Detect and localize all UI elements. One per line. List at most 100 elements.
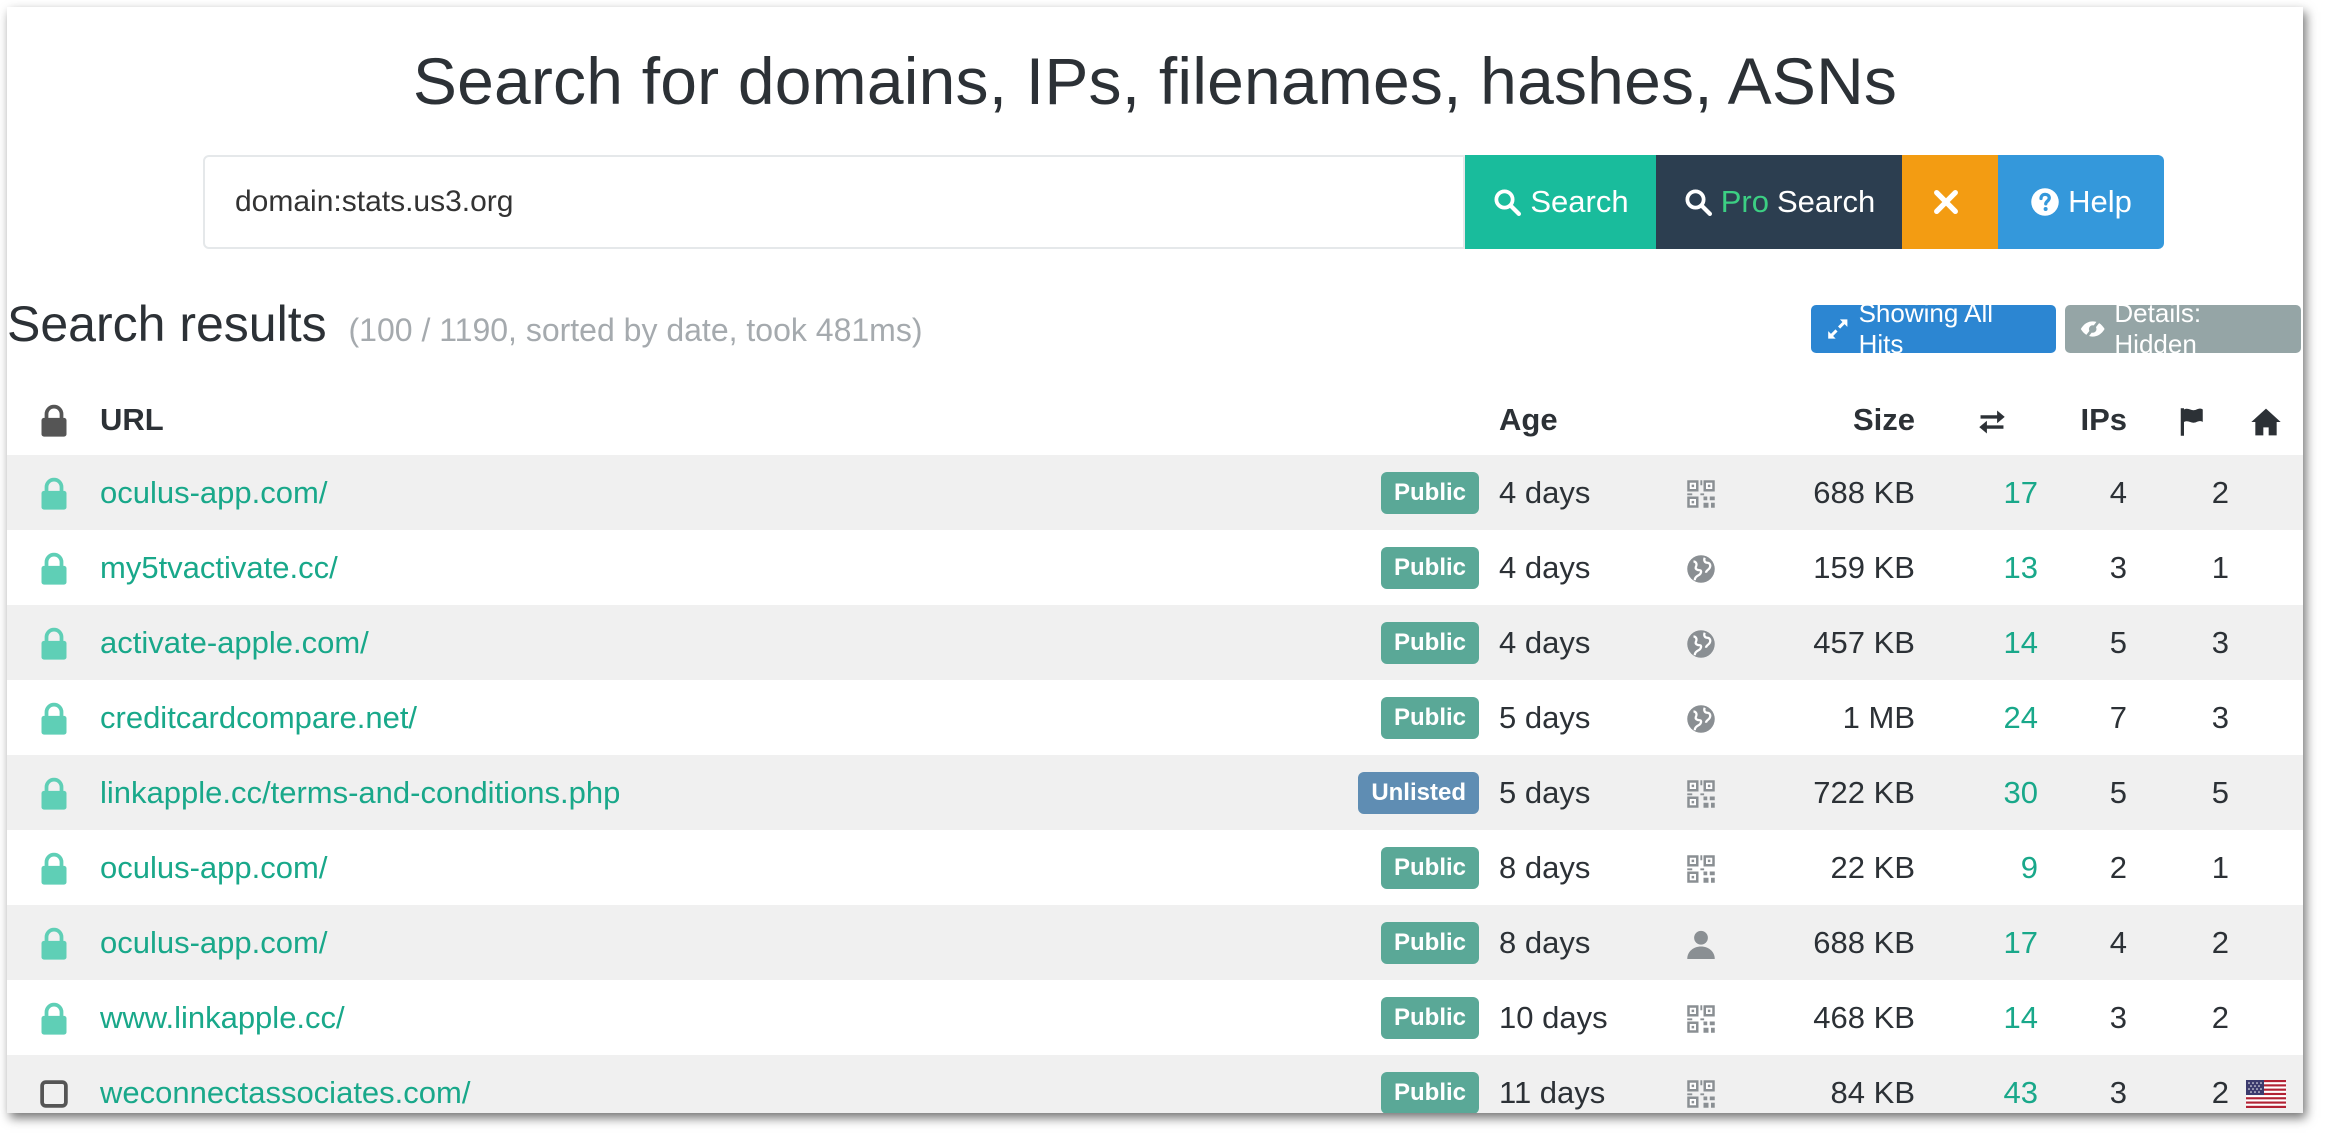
source-cell [1659,1055,1742,1113]
secure-cell [7,755,100,830]
ips-cell: 5 [2109,774,2127,810]
country-cell [2229,980,2303,1055]
url-cell: creditcardcompare.net/ [100,680,1336,755]
results-table: URL Age Size IPs oculus-app.com/Public 4 … [7,385,2303,1113]
countries-cell: 2 [2211,999,2229,1035]
expand-icon [1828,319,1848,339]
pro-search-label: Search [1777,184,1876,219]
source-cell [1659,755,1742,830]
result-url-link[interactable]: creditcardcompare.net/ [100,700,417,735]
source-cell [1659,605,1742,680]
countries-cell: 5 [2211,774,2229,810]
visibility-cell: Unlisted [1336,755,1499,830]
table-row[interactable]: oculus-app.com/Public 4 days 688 KB 17 4 2 [7,455,2303,530]
qrcode-icon [1686,780,1715,809]
table-header-row: URL Age Size IPs [7,385,2303,455]
size-cell: 84 KB [1830,1074,1915,1110]
table-row[interactable]: my5tvactivate.cc/Public 4 days 159 KB 13 3 1 [7,530,2303,605]
table-row[interactable]: oculus-app.com/Public 8 days 688 KB 17 4 2 [7,905,2303,980]
countries-cell: 1 [2211,849,2229,885]
age-cell: 4 days [1499,474,1591,510]
secure-cell [7,1055,100,1113]
result-url-link[interactable]: oculus-app.com/ [100,925,327,960]
country-cell [2229,830,2303,905]
exchange-icon [1978,410,2005,434]
help-button[interactable]: Help [1998,155,2164,249]
table-row[interactable]: oculus-app.com/Public 8 days 22 KB 9 2 1 [7,830,2303,905]
search-icon [1494,189,1522,216]
globe-icon [1686,555,1715,584]
pro-search-button[interactable]: Pro Search [1656,155,1902,249]
times-icon [1934,190,1958,214]
header-ips[interactable]: IPs [2038,385,2127,455]
header-countries[interactable] [2127,385,2229,455]
showing-all-hits-button[interactable]: Showing All Hits [1811,298,2056,359]
globe-icon [1686,630,1715,659]
size-cell: 159 KB [1813,549,1915,585]
visibility-badge: Public [1380,1071,1479,1113]
visibility-cell: Public [1336,680,1499,755]
qrcode-icon [1686,1080,1715,1109]
source-cell [1659,980,1742,1055]
size-cell: 1 MB [1842,699,1915,735]
countries-cell: 2 [2211,474,2229,510]
visibility-badge: Public [1380,621,1479,664]
size-cell: 22 KB [1830,849,1915,885]
age-cell: 5 days [1499,774,1591,810]
results-table-body: oculus-app.com/Public 4 days 688 KB 17 4 2 my5… [7,455,2303,1113]
header-url[interactable]: URL [100,385,1336,455]
header-requests[interactable] [1915,385,2038,455]
visibility-cell: Public [1336,1055,1499,1113]
secure-cell [7,680,100,755]
url-cell: weconnectassociates.com/ [100,1055,1336,1113]
table-row[interactable]: linkapple.cc/terms-and-conditions.php Unl… [7,755,2303,830]
result-url-link[interactable]: activate-apple.com/ [100,625,369,660]
result-url-link[interactable]: my5tvactivate.cc/ [100,550,338,585]
result-url-link[interactable]: weconnectassociates.com/ [100,1075,470,1110]
size-cell: 688 KB [1813,474,1915,510]
secure-cell [7,980,100,1055]
search-bar: Search Pro Search Help [203,155,2164,249]
visibility-cell: Public [1336,980,1499,1055]
visibility-cell: Public [1336,605,1499,680]
result-url-link[interactable]: www.linkapple.cc/ [100,1000,345,1035]
size-cell: 722 KB [1813,774,1915,810]
result-url-link[interactable]: oculus-app.com/ [100,850,327,885]
search-input[interactable] [203,155,1465,249]
age-cell: 8 days [1499,849,1591,885]
requests-cell: 43 [2003,1074,2038,1110]
countries-cell: 2 [2211,1074,2229,1110]
ips-cell: 3 [2109,549,2127,585]
search-icon [1685,189,1712,216]
header-size[interactable]: Size [1742,385,1915,455]
header-country[interactable] [2229,385,2303,455]
secure-cell [7,830,100,905]
result-url-link[interactable]: oculus-app.com/ [100,475,327,510]
table-row[interactable]: activate-apple.com/Public 4 days 457 KB 14 5… [7,605,2303,680]
lock-icon [41,552,66,585]
table-row[interactable]: www.linkapple.cc/Public 10 days 468 KB 14 3 2 [7,980,2303,1055]
age-cell: 5 days [1499,699,1591,735]
source-cell [1659,905,1742,980]
country-cell [2229,755,2303,830]
search-button[interactable]: Search [1465,155,1656,249]
header-age[interactable]: Age [1499,385,1659,455]
lock-icon [41,702,66,735]
requests-cell: 13 [2003,549,2038,585]
country-cell [2229,680,2303,755]
qrcode-icon [1686,480,1715,509]
visibility-cell: Public [1336,530,1499,605]
result-url-link[interactable]: linkapple.cc/terms-and-conditions.php [100,775,620,810]
table-row[interactable]: creditcardcompare.net/Public 5 days 1 MB 24… [7,680,2303,755]
clear-button[interactable] [1902,155,1998,249]
country-cell [2229,605,2303,680]
header-source [1659,385,1742,455]
visibility-badge: Public [1380,471,1479,514]
details-toggle-button[interactable]: Details: Hidden [2065,298,2301,359]
eye-slash-icon [2080,318,2105,340]
source-cell [1659,680,1742,755]
table-row[interactable]: weconnectassociates.com/Public 11 days 84 … [7,1055,2303,1113]
globe-icon [1686,705,1715,734]
visibility-badge: Public [1380,996,1479,1039]
pro-label: Pro [1720,184,1769,219]
